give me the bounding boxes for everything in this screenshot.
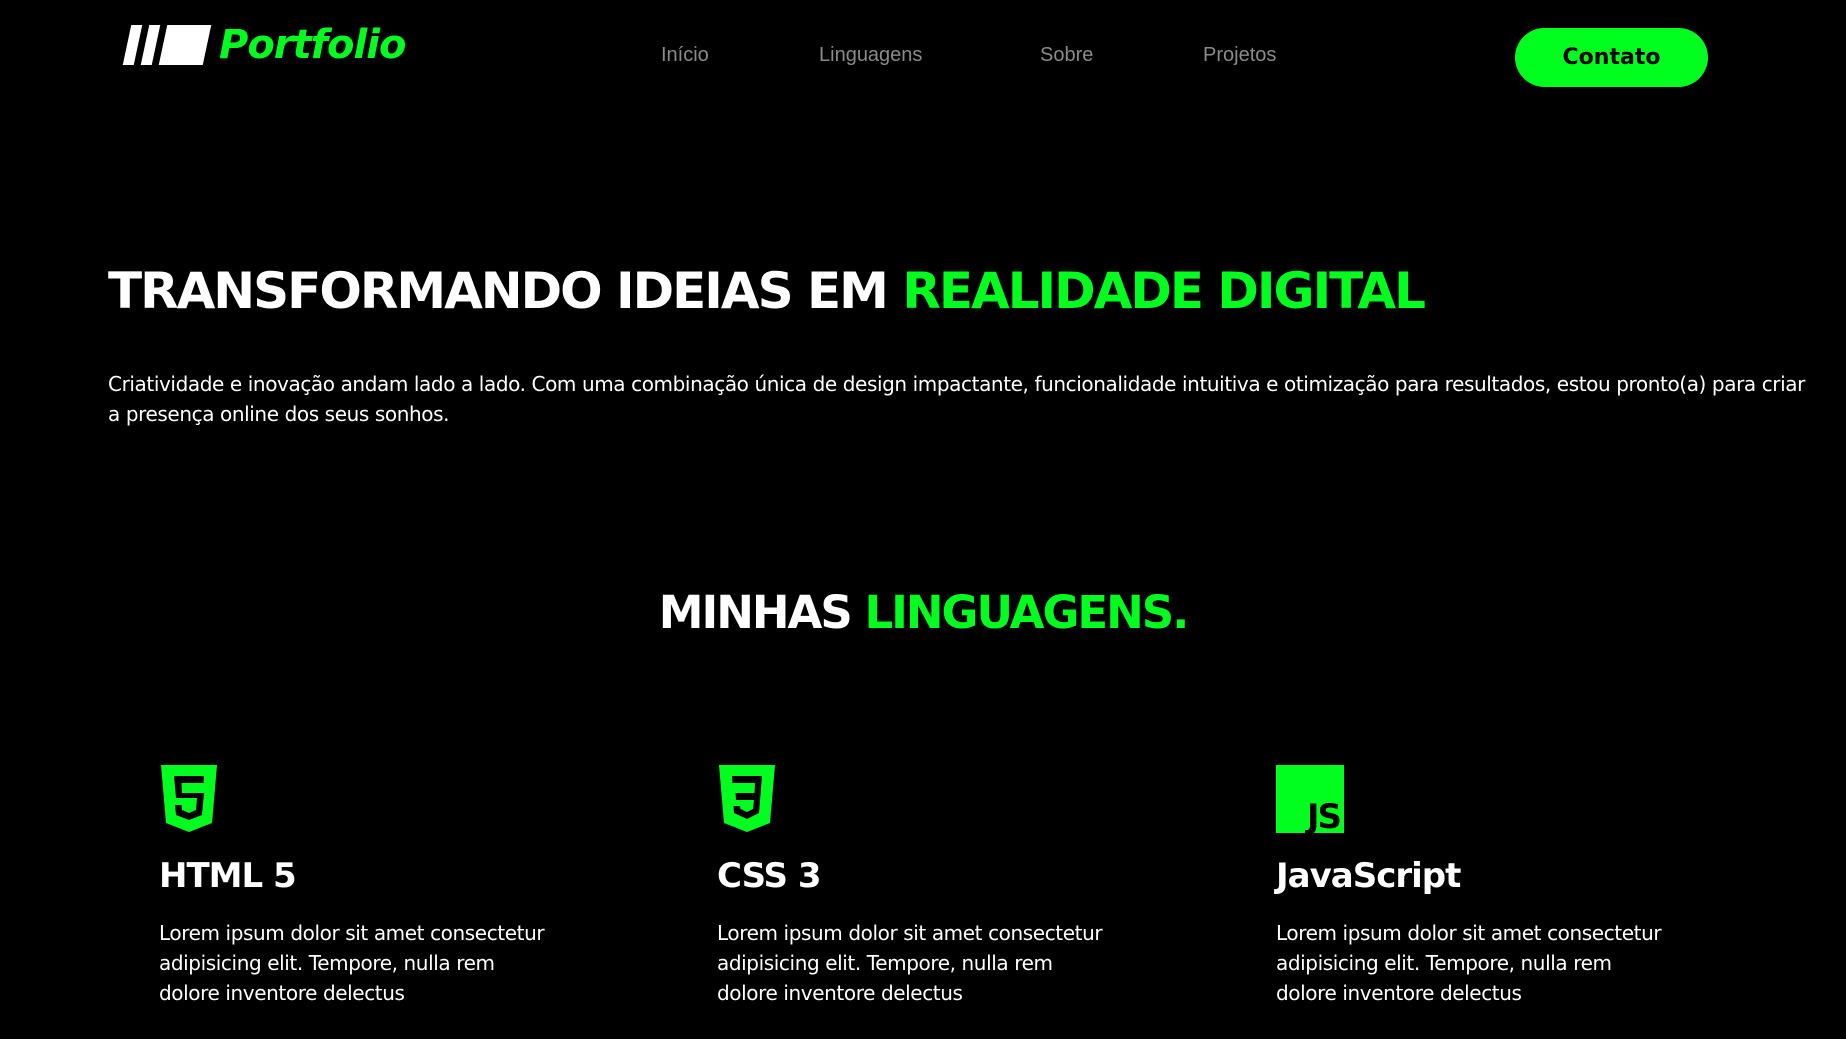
nav-item-sobre[interactable]: Sobre — [1040, 44, 1093, 67]
hero-title: TRANSFORMANDO IDEIAS EM REALIDADE DIGITA… — [108, 262, 1808, 320]
site-header: Portfolio Início Linguagens Sobre Projet… — [0, 0, 1846, 118]
javascript-icon: JS — [1276, 765, 1716, 835]
css3-icon — [717, 765, 1157, 835]
language-name: CSS 3 — [717, 856, 822, 896]
svg-text:JS: JS — [1305, 797, 1340, 833]
contact-button[interactable]: Contato — [1515, 28, 1708, 87]
languages-title: MINHAS LINGUAGENS. — [0, 586, 1846, 639]
language-name: JavaScript — [1276, 856, 1461, 896]
hero-title-highlight: REALIDADE DIGITAL — [902, 262, 1426, 320]
html5-icon — [159, 765, 599, 835]
language-card-css: CSS 3 Lorem ipsum dolor sit amet consect… — [717, 765, 1157, 1008]
nav-item-projetos[interactable]: Projetos — [1203, 44, 1276, 67]
language-card-javascript: JS JavaScript Lorem ipsum dolor sit amet… — [1276, 765, 1716, 1008]
languages-title-highlight: LINGUAGENS. — [864, 586, 1189, 639]
hero-description: Criatividade e inovação andam lado a lad… — [108, 372, 1805, 426]
language-card-html: HTML 5 Lorem ipsum dolor sit amet consec… — [159, 765, 599, 1008]
nav-item-inicio[interactable]: Início — [661, 44, 709, 67]
language-description: Lorem ipsum dolor sit amet consectetur a… — [159, 921, 545, 1005]
language-description: Lorem ipsum dolor sit amet consectetur a… — [717, 921, 1103, 1005]
hero-title-white: TRANSFORMANDO IDEIAS EM — [108, 262, 903, 320]
language-name: HTML 5 — [159, 856, 297, 896]
nav-item-linguagens[interactable]: Linguagens — [819, 44, 922, 67]
languages-title-white: MINHAS — [658, 586, 865, 639]
language-description: Lorem ipsum dolor sit amet consectetur a… — [1276, 921, 1662, 1005]
